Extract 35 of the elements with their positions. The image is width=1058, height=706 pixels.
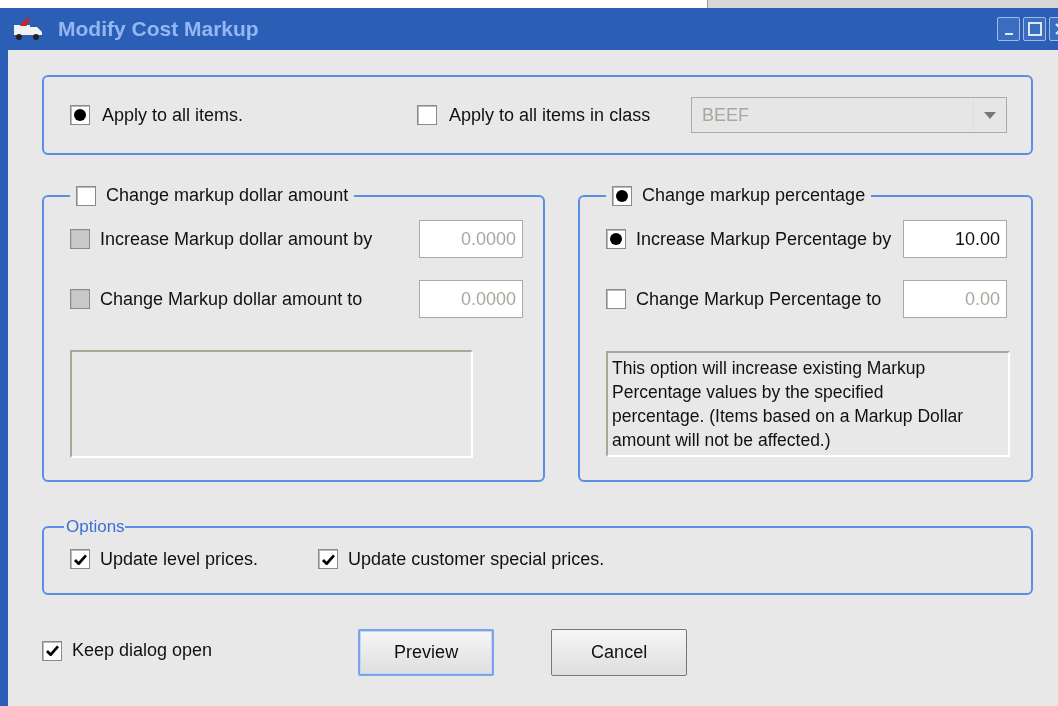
radio-button[interactable] [606,229,626,249]
radio-button[interactable] [70,105,90,125]
cancel-button[interactable]: Cancel [551,629,688,676]
caret-icon [984,111,996,119]
checkbox[interactable] [417,105,438,125]
value-field[interactable]: 10.00 [903,220,1007,258]
option-label: Change Markup dollar amount to [100,288,363,310]
maximize-button[interactable] [1023,17,1046,41]
preview-button[interactable]: Preview [358,629,495,676]
option-label: Increase Markup Percentage by [636,228,892,250]
checkbox[interactable] [318,549,339,569]
option-label: Keep dialog open [72,640,213,661]
option-label: Update level prices. [100,548,259,570]
check-icon [321,553,335,565]
option-label: Change Markup Percentage to [636,288,882,310]
option-label: Update customer special prices. [348,548,605,570]
checkbox[interactable] [606,289,626,309]
minimize-icon [1004,33,1013,35]
option-label: Apply to all items. [102,104,244,126]
minimize-button[interactable] [997,17,1020,41]
truck-icon [12,16,44,42]
radio-button[interactable] [612,185,632,206]
checkbox[interactable] [76,185,96,206]
check-icon [73,553,87,565]
group-label: Options [66,517,125,537]
checkbox[interactable] [42,640,62,661]
maximize-icon [1027,22,1042,36]
check-icon [45,645,59,656]
option-label: Increase Markup dollar amount by [100,228,373,250]
description-text: This option will increase existing Markup Percentage values by the specified percentage. (Items based on a Markup Dollar amount will not be affected.) [606,351,1010,457]
option-label: Change markup dollar amount [106,185,349,206]
option-label: Apply to all items in class [449,104,651,126]
option-label: Change markup percentage [642,185,866,206]
checkbox[interactable] [70,549,90,569]
window-title: Modify Cost Markup [58,17,259,41]
